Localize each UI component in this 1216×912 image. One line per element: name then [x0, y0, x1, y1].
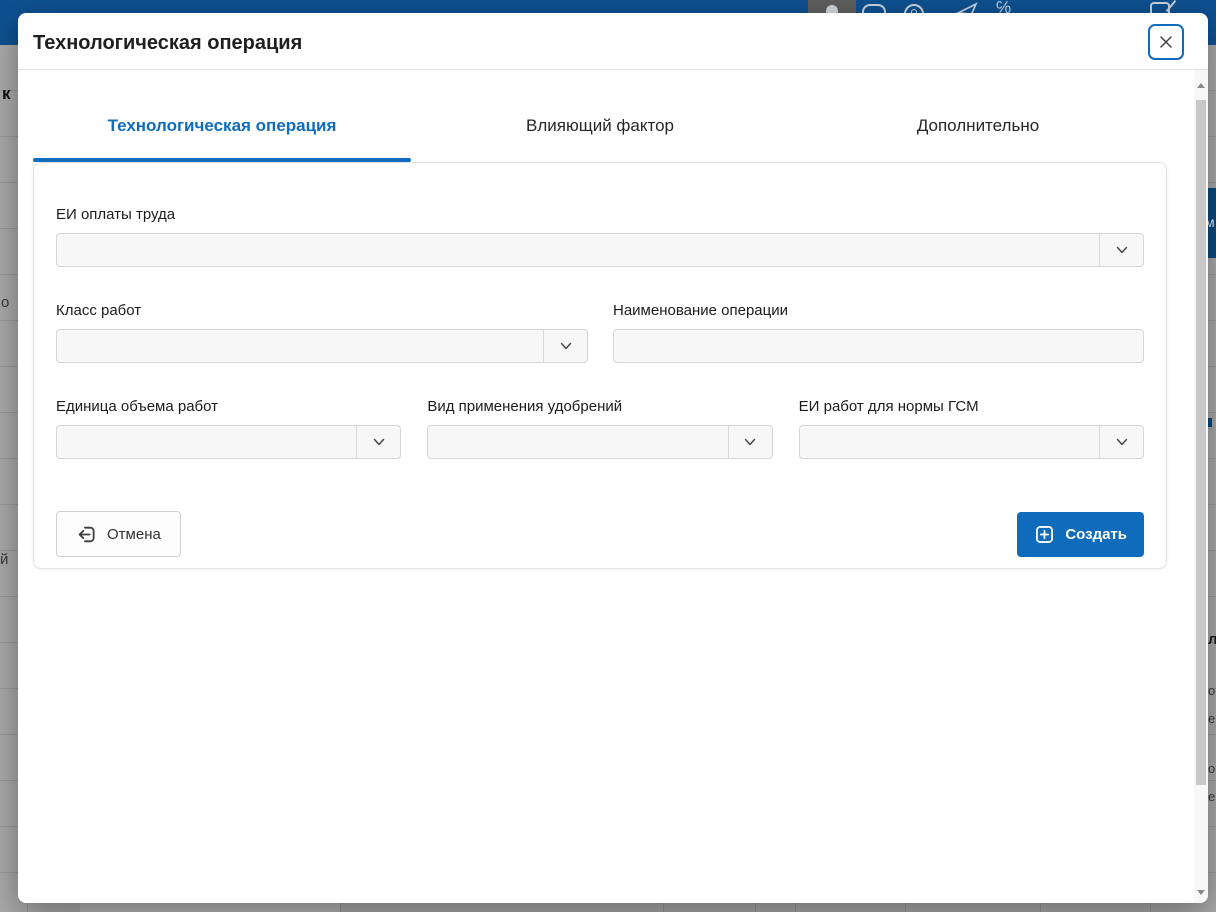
create-button-label: Создать	[1065, 526, 1127, 543]
scroll-down-icon	[1197, 890, 1205, 895]
close-button[interactable]	[1148, 24, 1184, 60]
select-value	[57, 330, 543, 362]
backdrop-right-strip: м л о ен о ен	[1208, 45, 1216, 912]
modal-body: Технологическая операция Влияющий фактор…	[18, 70, 1208, 569]
background-text-fragment: ен	[1208, 789, 1216, 804]
background-blue-element: м	[1208, 188, 1216, 258]
arrow-back-icon	[76, 524, 97, 545]
chevron-down-icon	[371, 434, 387, 450]
field-naimenovanie-operatsii: Наименование операции	[613, 301, 1144, 363]
operation-name-input[interactable]	[613, 329, 1144, 363]
field-label: Класс работ	[56, 301, 588, 320]
chevron-down-icon	[1114, 434, 1130, 450]
field-ei-rabot-dlya-normy-gsm: ЕИ работ для нормы ГСМ	[799, 397, 1144, 459]
form-card: ЕИ оплаты труда Класс работ	[33, 162, 1167, 569]
tab-additional[interactable]: Дополнительно	[789, 108, 1167, 162]
modal-header: Технологическая операция	[18, 13, 1208, 70]
backdrop-bottom-strip	[0, 903, 1216, 912]
field-edinitsa-obyema-rabot: Единица объема работ	[56, 397, 401, 459]
add-icon	[1034, 524, 1055, 545]
field-ei-oplaty-truda: ЕИ оплаты труда	[56, 205, 1144, 267]
field-label: Наименование операции	[613, 301, 1144, 320]
tab-influencing-factor[interactable]: Влияющий фактор	[411, 108, 789, 162]
background-text-fragment: о	[1208, 683, 1215, 698]
modal-dialog: Технологическая операция Технологическая…	[18, 13, 1208, 903]
field-label: Единица объема работ	[56, 397, 401, 416]
select-value	[428, 426, 727, 458]
field-label: ЕИ работ для нормы ГСМ	[799, 397, 1144, 416]
close-icon	[1158, 34, 1174, 50]
chevron-down-icon	[1114, 242, 1130, 258]
cancel-button-label: Отмена	[107, 526, 161, 543]
edinitsa-obyema-rabot-select[interactable]	[56, 425, 401, 459]
tab-technological-operation[interactable]: Технологическая операция	[33, 108, 411, 162]
scroll-up-button[interactable]	[1194, 78, 1208, 93]
scroll-down-button[interactable]	[1194, 885, 1208, 900]
select-chevron-area[interactable]	[356, 426, 400, 458]
background-text-fragment: о	[1, 294, 9, 311]
cancel-button[interactable]: Отмена	[56, 511, 181, 557]
select-chevron-area[interactable]	[1099, 426, 1143, 458]
chevron-down-icon	[558, 338, 574, 354]
modal-title: Технологическая операция	[33, 32, 302, 55]
field-label: Вид применения удобрений	[427, 397, 772, 416]
background-text-fragment: к	[2, 84, 11, 104]
field-vid-primeneniya-udobreniy: Вид применения удобрений	[427, 397, 772, 459]
field-klass-rabot: Класс работ	[56, 301, 588, 363]
select-chevron-area[interactable]	[728, 426, 772, 458]
background-text-fragment: м	[1208, 214, 1215, 230]
modal-scrollbar	[1194, 70, 1208, 903]
create-button[interactable]: Создать	[1017, 512, 1144, 557]
background-text-fragment: й	[0, 551, 8, 568]
vid-primeneniya-udobreniy-select[interactable]	[427, 425, 772, 459]
chevron-down-icon	[742, 434, 758, 450]
select-value	[800, 426, 1099, 458]
scroll-up-icon	[1197, 83, 1205, 88]
select-chevron-area[interactable]	[1099, 234, 1143, 266]
ei-rabot-dlya-normy-gsm-select[interactable]	[799, 425, 1144, 459]
klass-rabot-select[interactable]	[56, 329, 588, 363]
background-text-fragment: л	[1208, 631, 1216, 648]
field-label: ЕИ оплаты труда	[56, 205, 1144, 224]
select-value	[57, 426, 356, 458]
tab-bar: Технологическая операция Влияющий фактор…	[33, 108, 1167, 162]
scrollbar-thumb[interactable]	[1196, 100, 1206, 785]
select-value	[57, 234, 1099, 266]
background-text-fragment: ен	[1208, 711, 1216, 726]
backdrop-left-strip: к о й	[0, 45, 18, 912]
form-actions: Отмена Создать	[56, 511, 1144, 557]
background-text-fragment: о	[1208, 761, 1215, 776]
ei-oplaty-truda-select[interactable]	[56, 233, 1144, 267]
select-chevron-area[interactable]	[543, 330, 587, 362]
